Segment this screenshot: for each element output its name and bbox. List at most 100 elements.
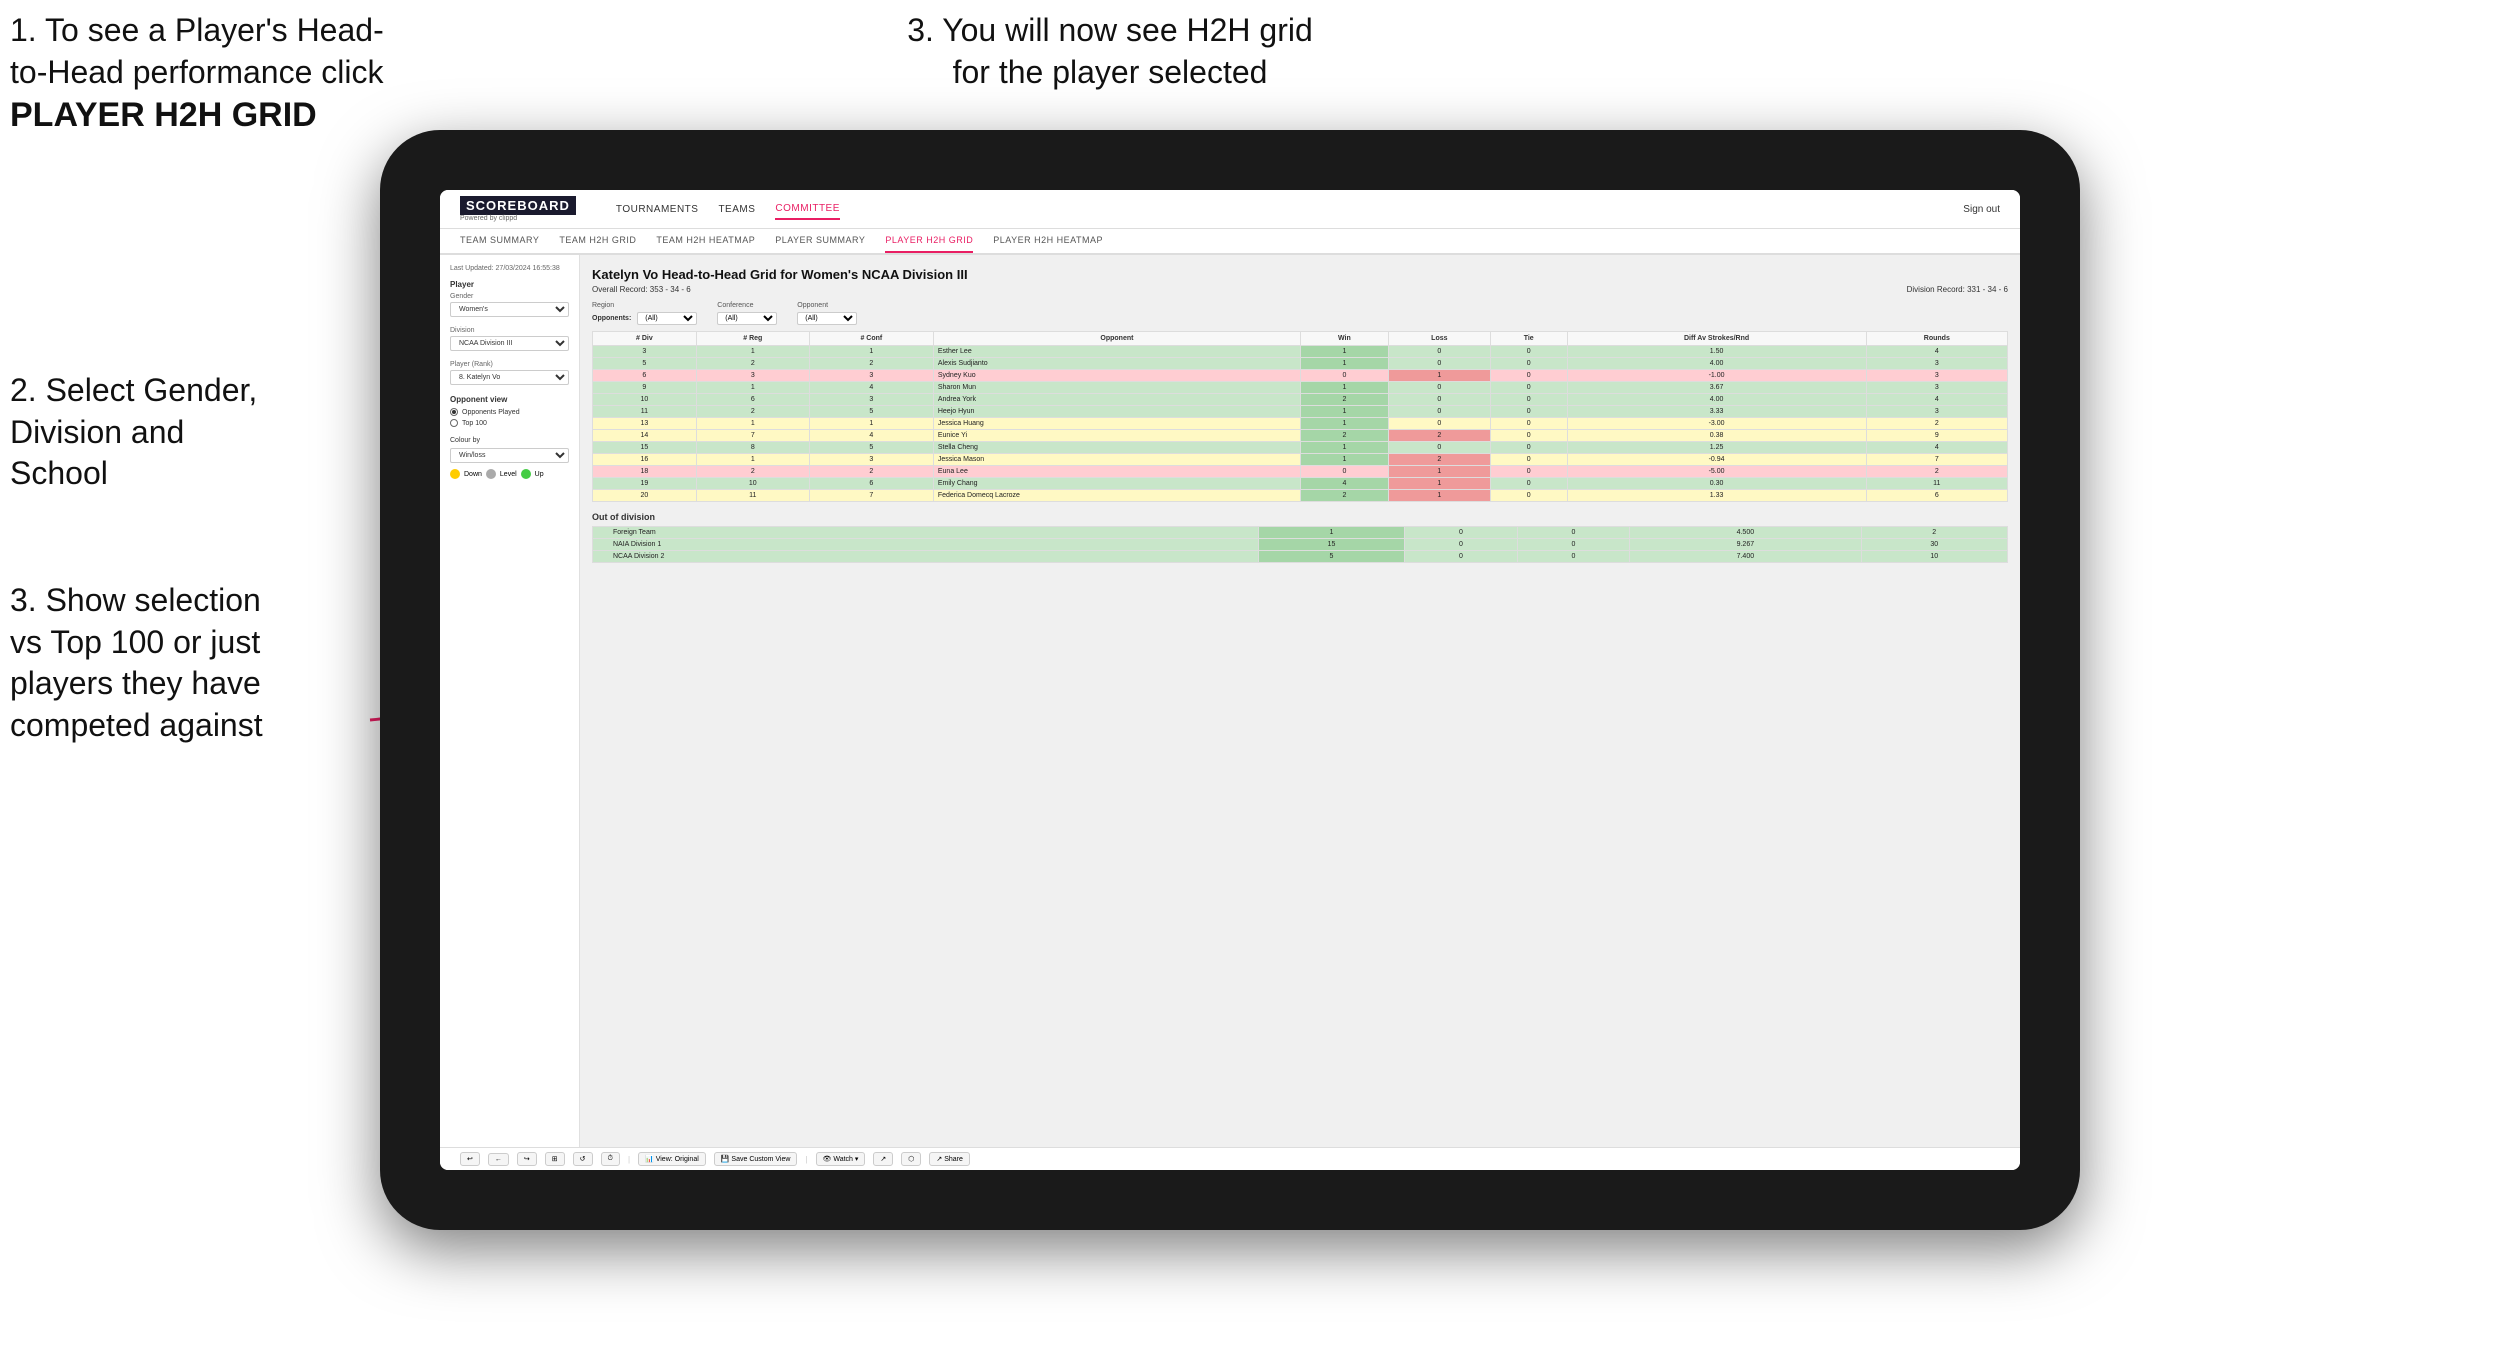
toolbar-share[interactable]: ↗ Share [929, 1152, 970, 1166]
nav-teams[interactable]: TEAMS [718, 200, 755, 219]
bottom-toolbar: ↩ ← ↪ ⊞ ↺ ⏱ | 📊 View: Original 💾 Save Cu… [440, 1147, 2020, 1170]
subnav-player-h2h-grid[interactable]: PLAYER H2H GRID [885, 229, 973, 253]
radio-opponents-played[interactable]: Opponents Played [450, 408, 569, 416]
toolbar-hex[interactable]: ⬡ [901, 1152, 921, 1166]
cell-win: 4 [1301, 478, 1389, 490]
nav-tournaments[interactable]: TOURNAMENTS [616, 200, 699, 219]
region-filter: Region Opponents: (All) [592, 302, 697, 325]
region-select[interactable]: (All) [637, 312, 697, 325]
cell-div: 6 [593, 370, 697, 382]
cell-reg: 6 [696, 394, 809, 406]
legend-level-label: Level [500, 471, 517, 478]
table-row: 15 8 5 Stella Cheng 1 0 0 1.25 4 [593, 442, 2008, 454]
sign-out[interactable]: Sign out [1963, 204, 2000, 215]
ood-cell-name: NAIA Division 1 [593, 539, 1259, 551]
nav-committee[interactable]: COMMITTEE [775, 199, 840, 220]
division-select[interactable]: NCAA Division III [450, 336, 569, 351]
cell-diff: 1.50 [1567, 346, 1866, 358]
opponents-label: Opponents: [592, 315, 631, 322]
instruction-bottom-left: 3. Show selection vs Top 100 or just pla… [10, 580, 370, 746]
col-rounds: Rounds [1866, 332, 2007, 346]
opponent-select[interactable]: (All) [797, 312, 857, 325]
cell-reg: 2 [696, 358, 809, 370]
conference-select[interactable]: (All) [717, 312, 777, 325]
instruction-mid-line3: School [10, 455, 108, 491]
instruction-bottom-line2: vs Top 100 or just [10, 624, 260, 660]
instruction-mid-line1: 2. Select Gender, [10, 372, 257, 408]
opponent-radio-group: Opponents Played Top 100 [450, 408, 569, 427]
player-rank-select[interactable]: 8. Katelyn Vo [450, 370, 569, 385]
subnav-player-summary[interactable]: PLAYER SUMMARY [775, 229, 865, 253]
cell-conf: 2 [809, 358, 933, 370]
cell-rounds: 4 [1866, 442, 2007, 454]
toolbar-view-original[interactable]: 📊 View: Original [638, 1152, 706, 1166]
cell-win: 0 [1301, 466, 1389, 478]
cell-loss: 1 [1388, 490, 1490, 502]
legend-down-label: Down [464, 471, 482, 478]
gender-select[interactable]: Women's [450, 302, 569, 317]
gender-label: Gender [450, 293, 569, 300]
ood-cell-name: Foreign Team [593, 527, 1259, 539]
cell-rounds: 2 [1866, 466, 2007, 478]
cell-rounds: 3 [1866, 382, 2007, 394]
cell-reg: 11 [696, 490, 809, 502]
cell-div: 5 [593, 358, 697, 370]
toolbar-refresh[interactable]: ↺ [573, 1152, 593, 1166]
table-row: 10 6 3 Andrea York 2 0 0 4.00 4 [593, 394, 2008, 406]
toolbar-timer[interactable]: ⏱ [601, 1152, 620, 1166]
cell-tie: 0 [1490, 466, 1567, 478]
ood-cell-win: 5 [1258, 551, 1404, 563]
cell-reg: 10 [696, 478, 809, 490]
ood-cell-tie: 0 [1517, 527, 1630, 539]
toolbar-export[interactable]: ↗ [873, 1152, 893, 1166]
toolbar-redo[interactable]: ↪ [517, 1152, 537, 1166]
radio-dot-top100 [450, 419, 458, 427]
ood-cell-rounds: 2 [1861, 527, 2007, 539]
legend-up-label: Up [535, 471, 544, 478]
cell-div: 15 [593, 442, 697, 454]
subnav-team-h2h-grid[interactable]: TEAM H2H GRID [559, 229, 636, 253]
ood-cell-tie: 0 [1517, 539, 1630, 551]
subnav-team-summary[interactable]: TEAM SUMMARY [460, 229, 539, 253]
ipad-screen: SCOREBOARD Powered by clippd TOURNAMENTS… [440, 190, 2020, 1170]
cell-opponent: Heejo Hyun [933, 406, 1300, 418]
toolbar-grid[interactable]: ⊞ [545, 1152, 565, 1166]
radio-top100[interactable]: Top 100 [450, 419, 569, 427]
instruction-bold: PLAYER H2H GRID [10, 96, 317, 134]
cell-div: 9 [593, 382, 697, 394]
subnav-team-h2h-heatmap[interactable]: TEAM H2H HEATMAP [656, 229, 755, 253]
cell-tie: 0 [1490, 382, 1567, 394]
legend-level-dot [486, 469, 496, 479]
ipad-device: SCOREBOARD Powered by clippd TOURNAMENTS… [380, 130, 2080, 1230]
toolbar-watch[interactable]: 👁 Watch ▾ [816, 1152, 866, 1166]
cell-loss: 0 [1388, 406, 1490, 418]
cell-rounds: 3 [1866, 358, 2007, 370]
sidebar: Last Updated: 27/03/2024 16:55:38 Player… [440, 255, 580, 1147]
cell-rounds: 2 [1866, 418, 2007, 430]
cell-opponent: Federica Domecq Lacroze [933, 490, 1300, 502]
region-filter-sub: Opponents: (All) [592, 312, 697, 325]
cell-reg: 1 [696, 346, 809, 358]
cell-conf: 5 [809, 442, 933, 454]
col-tie: Tie [1490, 332, 1567, 346]
toolbar-back[interactable]: ← [488, 1153, 509, 1166]
cell-tie: 0 [1490, 418, 1567, 430]
toolbar-save-custom[interactable]: 💾 Save Custom View [714, 1152, 798, 1166]
cell-tie: 0 [1490, 370, 1567, 382]
table-row: 6 3 3 Sydney Kuo 0 1 0 -1.00 3 [593, 370, 2008, 382]
colour-by-select[interactable]: Win/loss [450, 448, 569, 463]
cell-win: 1 [1301, 346, 1389, 358]
player-rank-section: Player (Rank) 8. Katelyn Vo [450, 361, 569, 385]
cell-diff: 3.33 [1567, 406, 1866, 418]
toolbar-undo[interactable]: ↩ [460, 1152, 480, 1166]
navbar: SCOREBOARD Powered by clippd TOURNAMENTS… [440, 190, 2020, 229]
subnav-player-h2h-heatmap[interactable]: PLAYER H2H HEATMAP [993, 229, 1103, 253]
ood-table-row: NCAA Division 2 5 0 0 7.400 10 [593, 551, 2008, 563]
cell-diff: 0.38 [1567, 430, 1866, 442]
cell-loss: 2 [1388, 430, 1490, 442]
overall-record: Overall Record: 353 - 34 - 6 [592, 285, 691, 294]
division-label: Division [450, 327, 569, 334]
cell-win: 1 [1301, 442, 1389, 454]
ood-cell-diff: 7.400 [1630, 551, 1861, 563]
ood-cell-win: 1 [1258, 527, 1404, 539]
